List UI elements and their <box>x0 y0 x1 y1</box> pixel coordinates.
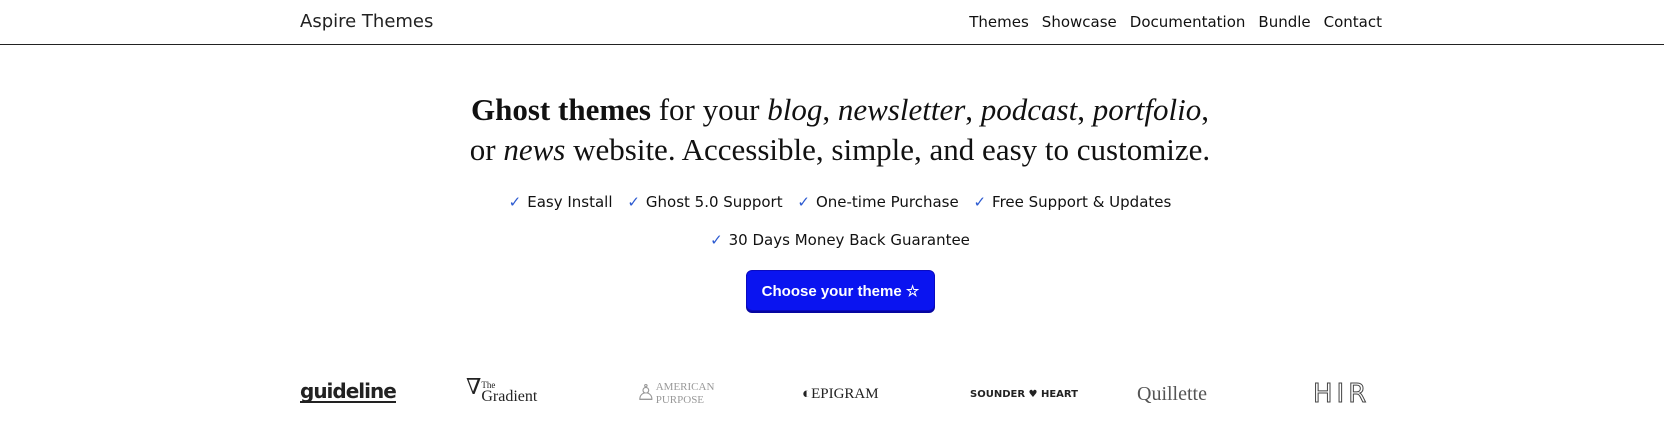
gradient-main-text: Gradient <box>481 388 538 405</box>
figure-icon: ♙ <box>636 381 656 406</box>
headline-text: or <box>469 132 504 167</box>
gradient-wordmark: The Gradient <box>481 379 538 405</box>
nav-showcase[interactable]: Showcase <box>1042 13 1117 31</box>
the-gradient-logo[interactable]: ∇ The Gradient <box>466 375 538 405</box>
american-purpose-wordmark: AMERICAN PURPOSE <box>656 381 715 407</box>
feature-item: ✓ Easy Install <box>509 193 613 211</box>
headline-italic-portfolio: portfolio <box>1092 92 1202 127</box>
headline-text: for your <box>650 92 768 127</box>
headline-text: , <box>965 92 981 127</box>
headline-text: , <box>1077 92 1093 127</box>
headline-text: , <box>1201 92 1209 127</box>
headline-italic-blog: blog <box>767 92 823 127</box>
headline-line-2: or news website. Accessible, simple, and… <box>0 130 1664 170</box>
american-purpose-logo[interactable]: ♙AMERICAN PURPOSE <box>636 381 714 407</box>
sounder-heart-logo[interactable]: SOUNDER ♥ HEART <box>970 389 1078 400</box>
headline-bold: Ghost themes <box>471 92 651 127</box>
epigram-logo[interactable]: ◐EPIGRAM <box>802 386 879 403</box>
hir-logo[interactable]: HIR <box>1312 379 1370 410</box>
check-icon: ✓ <box>627 193 640 211</box>
headline-italic-newsletter: newsletter <box>837 92 966 127</box>
brand-link[interactable]: Aspire Themes <box>300 11 433 32</box>
headline-italic-podcast: podcast <box>980 92 1078 127</box>
choose-theme-button[interactable]: Choose your theme ☆ <box>746 270 935 311</box>
epigram-text: EPIGRAM <box>811 386 879 402</box>
customer-logos: guideline ∇ The Gradient ♙AMERICAN PURPOSE … <box>0 375 1664 415</box>
american-text: AMERICAN <box>655 381 715 393</box>
feature-item: ✓ Ghost 5.0 Support <box>627 193 782 211</box>
guarantee-label: 30 Days Money Back Guarantee <box>728 231 970 249</box>
triangle-icon: ∇ <box>466 375 482 400</box>
feature-label: One-time Purchase <box>815 193 959 211</box>
feature-label: Free Support & Updates <box>992 193 1172 211</box>
nav-documentation[interactable]: Documentation <box>1130 13 1246 31</box>
main-nav: Themes Showcase Documentation Bundle Con… <box>969 13 1382 31</box>
nav-contact[interactable]: Contact <box>1324 13 1382 31</box>
feature-item: ✓ One-time Purchase <box>797 193 958 211</box>
headline-line-1: Ghost themes for your blog, newsletter, … <box>0 90 1664 130</box>
top-navbar: Aspire Themes Themes Showcase Documentat… <box>0 0 1664 45</box>
feature-item: ✓ Free Support & Updates <box>973 193 1171 211</box>
epigram-mark-icon: ◐ <box>802 386 812 402</box>
money-back-guarantee: ✓ 30 Days Money Back Guarantee <box>0 231 1664 249</box>
guideline-logo[interactable]: guideline <box>300 381 397 403</box>
quillette-logo[interactable]: Quillette <box>1137 383 1207 406</box>
hero-headline: Ghost themes for your blog, newsletter, … <box>0 90 1664 170</box>
headline-text: website. Accessible, simple, and easy to… <box>565 132 1211 167</box>
headline-text: , <box>822 92 838 127</box>
feature-list: ✓ Easy Install ✓ Ghost 5.0 Support ✓ One-ti… <box>0 193 1664 211</box>
feature-label: Easy Install <box>527 193 613 211</box>
feature-label: Ghost 5.0 Support <box>645 193 783 211</box>
check-icon: ✓ <box>973 193 987 211</box>
check-icon: ✓ <box>710 231 723 249</box>
purpose-text: PURPOSE <box>655 394 705 406</box>
headline-italic-news: news <box>503 132 566 167</box>
check-icon: ✓ <box>797 193 810 211</box>
nav-themes[interactable]: Themes <box>969 13 1029 31</box>
nav-bundle[interactable]: Bundle <box>1258 13 1310 31</box>
check-icon: ✓ <box>508 193 522 211</box>
